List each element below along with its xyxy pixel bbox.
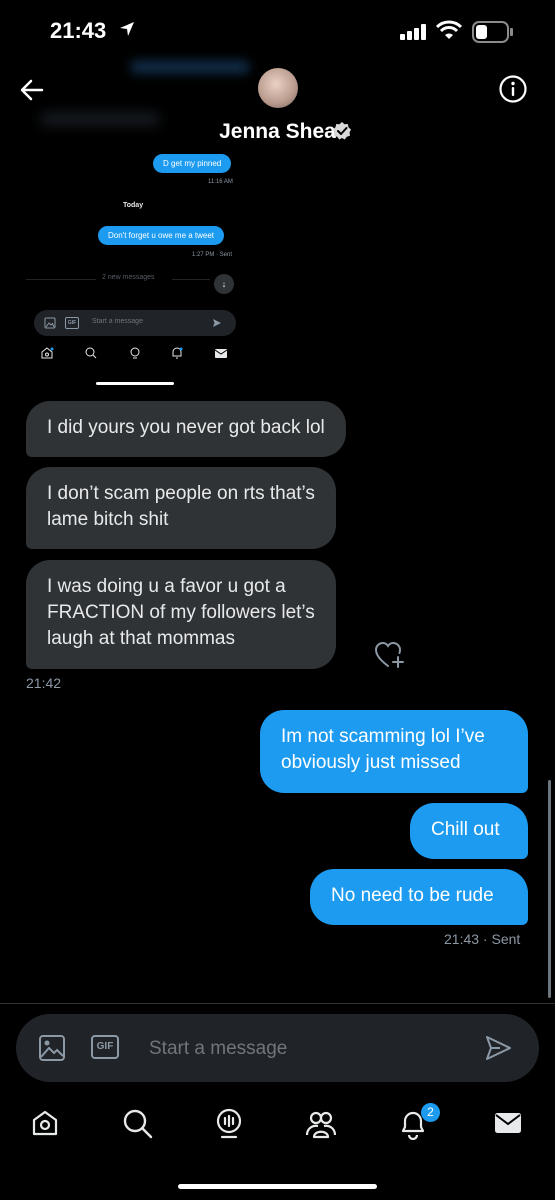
embedded-pinned-message: D get my pinned <box>153 154 232 173</box>
search-icon[interactable] <box>122 1108 154 1140</box>
cellular-signal-icon <box>400 24 426 40</box>
sent-message[interactable]: Im not scamming lol I’ve obviously just … <box>260 710 528 793</box>
embedded-home-icon <box>41 347 54 359</box>
received-message[interactable]: I was doing u a favor u got a FRACTION o… <box>26 560 336 669</box>
redacted-blur <box>130 60 250 74</box>
message-text-line: laugh at that mommas <box>47 628 235 649</box>
embedded-reminder-meta: 1:27 PM · Sent <box>192 252 233 258</box>
location-arrow-icon <box>120 22 134 36</box>
embedded-screenshot: D get my pinned 11:16 AM Today Don't for… <box>26 146 246 385</box>
embedded-messages-icon <box>214 349 228 358</box>
embedded-image-icon <box>44 317 56 329</box>
embedded-notifications-icon <box>172 347 183 359</box>
embedded-send-icon <box>213 319 221 327</box>
embedded-scroll-down-icon: ↓ <box>214 274 234 294</box>
message-input[interactable]: Start a message <box>149 1038 287 1060</box>
embedded-reminder-message: Don't forget u owe me a tweet <box>98 226 225 245</box>
contact-avatar[interactable] <box>258 68 298 108</box>
message-text-line: Chill out <box>431 819 500 840</box>
message-text-line: I don’t scam people on rts that’s <box>47 483 315 504</box>
home-indicator[interactable] <box>178 1184 377 1189</box>
sent-message[interactable]: No need to be rude <box>310 869 528 925</box>
status-time: 21:43 <box>50 18 107 43</box>
home-icon[interactable] <box>30 1108 60 1138</box>
message-text-line: obviously just missed <box>281 752 461 773</box>
message-text-line: I was doing u a favor u got a <box>47 576 286 597</box>
embedded-day-separator: Today <box>123 202 144 209</box>
scrollbar[interactable] <box>548 780 551 998</box>
embedded-new-messages: 2 new messages <box>102 274 155 281</box>
message-text-line: Im not scamming lol I’ve <box>281 726 485 747</box>
sent-status: 21:43 · Sent <box>444 931 521 947</box>
embedded-home-indicator <box>96 382 174 385</box>
back-arrow-icon[interactable] <box>18 76 46 104</box>
received-timestamp: 21:42 <box>26 675 62 691</box>
embedded-input-placeholder: Start a message <box>92 318 143 325</box>
contact-name[interactable]: Jenna Shea <box>0 120 555 144</box>
embedded-pinned-time: 11:16 AM <box>208 179 233 185</box>
info-icon[interactable] <box>498 74 528 104</box>
gif-icon[interactable]: GIF <box>91 1035 119 1059</box>
send-icon[interactable] <box>484 1034 512 1062</box>
spaces-icon[interactable] <box>214 1108 244 1140</box>
messages-icon[interactable] <box>493 1108 523 1138</box>
wifi-icon <box>436 20 462 39</box>
message-text-line: FRACTION of my followers let’s <box>47 602 315 623</box>
message-text-line: lame bitch shit <box>47 509 169 530</box>
verified-badge-icon <box>333 122 351 140</box>
embedded-divider <box>26 279 96 280</box>
embedded-composer: GIF Start a message <box>34 310 236 336</box>
image-icon[interactable] <box>38 1034 66 1062</box>
received-message[interactable]: I did yours you never got back lol <box>26 401 346 457</box>
embedded-spaces-icon <box>130 347 140 359</box>
react-heart-icon[interactable] <box>374 640 406 670</box>
embedded-search-icon <box>85 347 97 359</box>
received-message[interactable]: I don’t scam people on rts that’s lame b… <box>26 467 336 549</box>
communities-icon[interactable] <box>305 1108 337 1140</box>
embedded-gif-icon: GIF <box>65 317 79 329</box>
message-text-line: I did yours you never got back lol <box>47 417 325 438</box>
battery-icon <box>472 21 513 43</box>
message-text-line: No need to be rude <box>331 885 494 906</box>
divider <box>0 1003 555 1004</box>
embedded-divider <box>172 279 210 280</box>
sent-message[interactable]: Chill out <box>410 803 528 859</box>
notifications-badge: 2 <box>421 1103 440 1122</box>
